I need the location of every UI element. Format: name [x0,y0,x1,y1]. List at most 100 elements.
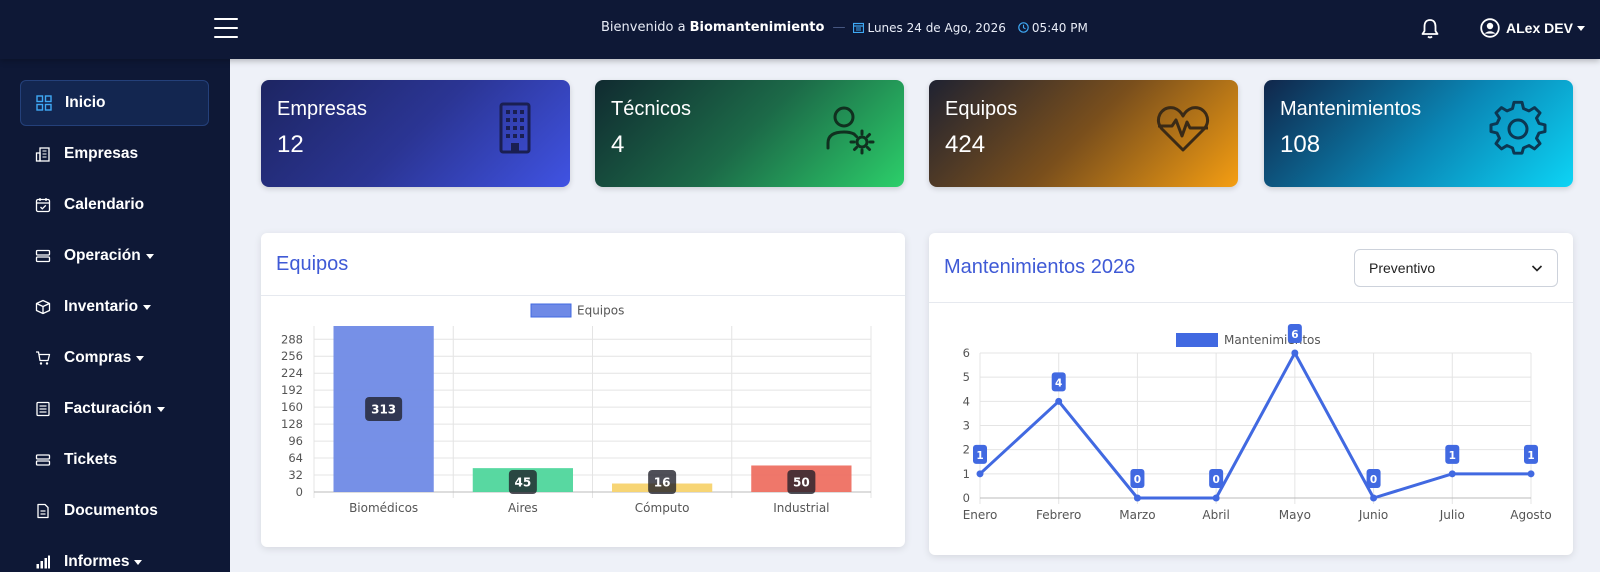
data-label: 1 [1527,450,1534,462]
sidebar-item-empresas[interactable]: Empresas [20,131,209,177]
data-label: 1 [976,450,983,462]
sidebar-item-inventario[interactable]: Inventario [20,284,209,330]
x-tick-label: Febrero [1036,508,1081,522]
sidebar-item-tickets[interactable]: Tickets [20,437,209,483]
x-tick-label: Junio [1358,508,1388,522]
data-label: 6 [1291,329,1298,341]
data-point [1527,470,1535,478]
data-label: 45 [515,476,532,490]
y-tick-label: 2 [963,443,970,457]
y-tick-label: 6 [963,346,970,360]
legend-swatch [1176,333,1218,347]
data-label: 0 [1370,474,1377,486]
stat-card-mantenimientos[interactable]: Mantenimientos 108 [1264,80,1573,187]
data-label: 50 [793,476,810,490]
data-label: 0 [1212,474,1219,486]
x-tick-label: Enero [963,508,998,522]
x-tick-label: Biomédicos [349,501,418,515]
calendar-icon [853,22,865,33]
y-tick-label: 5 [963,370,970,384]
sidebar-item-label: Calendario [64,196,145,213]
user-name: ALex DEV [1506,20,1573,36]
user-menu[interactable]: ALex DEV [1480,18,1585,38]
y-tick-label: 3 [963,419,970,433]
sidebar-item-label: Empresas [64,145,139,162]
sidebar-item-facturacion[interactable]: Facturación [20,386,209,432]
panel-title: Equipos [276,252,349,275]
y-tick-label: 288 [281,332,303,346]
chevron-down-icon [134,559,143,565]
notifications-bell-icon[interactable] [1420,18,1440,40]
select-value: Preventivo [1369,260,1436,276]
sidebar-item-label: Inicio [65,94,106,111]
y-tick-label: 256 [281,349,303,363]
data-label: 313 [371,403,396,417]
stat-card-equipos[interactable]: Equipos 424 [929,80,1238,187]
chevron-down-icon [1576,25,1585,31]
server-icon [34,247,52,265]
sidebar-item-documentos[interactable]: Documentos [20,488,209,534]
x-tick-label: Abril [1202,508,1229,522]
panel-title: Mantenimientos 2026 [944,256,1136,278]
panel-header: Equipos [261,233,905,296]
calendar-icon [34,196,52,214]
x-tick-label: Cómputo [635,501,690,515]
user-gear-icon [826,106,875,155]
building-icon [34,145,52,163]
top-bar: Bienvenido a Biomantenimiento — Lunes 24… [0,0,1600,59]
chevron-down-icon [136,355,145,361]
y-tick-label: 224 [281,366,303,380]
data-point [1133,494,1141,502]
user-avatar-icon [1480,18,1500,38]
clock-icon [1018,22,1029,33]
chart-icon [34,553,52,571]
y-tick-label: 64 [288,451,303,465]
y-tick-label: 128 [281,417,303,431]
cart-icon [34,349,52,367]
sidebar: Inicio Empresas Calendario Operación Inv… [0,59,230,572]
sidebar-item-calendario[interactable]: Calendario [20,182,209,228]
y-tick-label: 4 [963,394,970,408]
stat-card-empresas[interactable]: Empresas 12 [261,80,570,187]
document-icon [34,502,52,520]
legend-swatch [530,303,572,318]
data-point [976,470,984,478]
chevron-down-icon [143,304,152,310]
chevron-down-icon [1531,265,1543,272]
y-tick-label: 96 [288,434,303,448]
y-tick-label: 0 [296,485,303,499]
y-tick-label: 192 [281,383,303,397]
x-tick-label: Industrial [773,501,829,515]
sidebar-item-label: Documentos [64,502,158,519]
app-name: Biomantenimiento [689,20,825,35]
sidebar-item-label: Facturación [64,400,152,417]
sidebar-item-label: Inventario [64,298,139,315]
y-tick-label: 32 [288,468,303,482]
data-label: 16 [654,476,671,490]
sidebar-item-informes[interactable]: Informes [20,539,209,572]
x-tick-label: Julio [1439,508,1465,522]
data-point [1448,470,1456,478]
invoice-icon [34,400,52,418]
ticket-icon [34,451,52,469]
y-tick-label: 0 [963,491,970,505]
box-icon [34,298,52,316]
maintenance-type-select[interactable]: Preventivo [1354,249,1558,287]
data-label: 1 [1449,450,1456,462]
x-tick-label: Aires [508,501,538,515]
data-label: 0 [1134,474,1141,486]
heart-pulse-icon [1156,106,1210,152]
sidebar-item-label: Tickets [64,451,118,468]
sidebar-item-operacion[interactable]: Operación [20,233,209,279]
y-tick-label: 1 [963,467,970,481]
y-tick-label: 160 [281,400,303,414]
data-point [1370,494,1378,502]
sidebar-item-compras[interactable]: Compras [20,335,209,381]
gear-icon [1489,100,1547,155]
sidebar-item-inicio[interactable]: Inicio [20,80,209,126]
x-tick-label: Marzo [1119,508,1155,522]
stat-card-tecnicos[interactable]: Técnicos 4 [595,80,904,187]
sidebar-item-label: Compras [64,349,132,366]
menu-toggle-icon[interactable] [214,18,238,40]
date-text: Lunes 24 de Ago, 2026 [867,20,1006,35]
